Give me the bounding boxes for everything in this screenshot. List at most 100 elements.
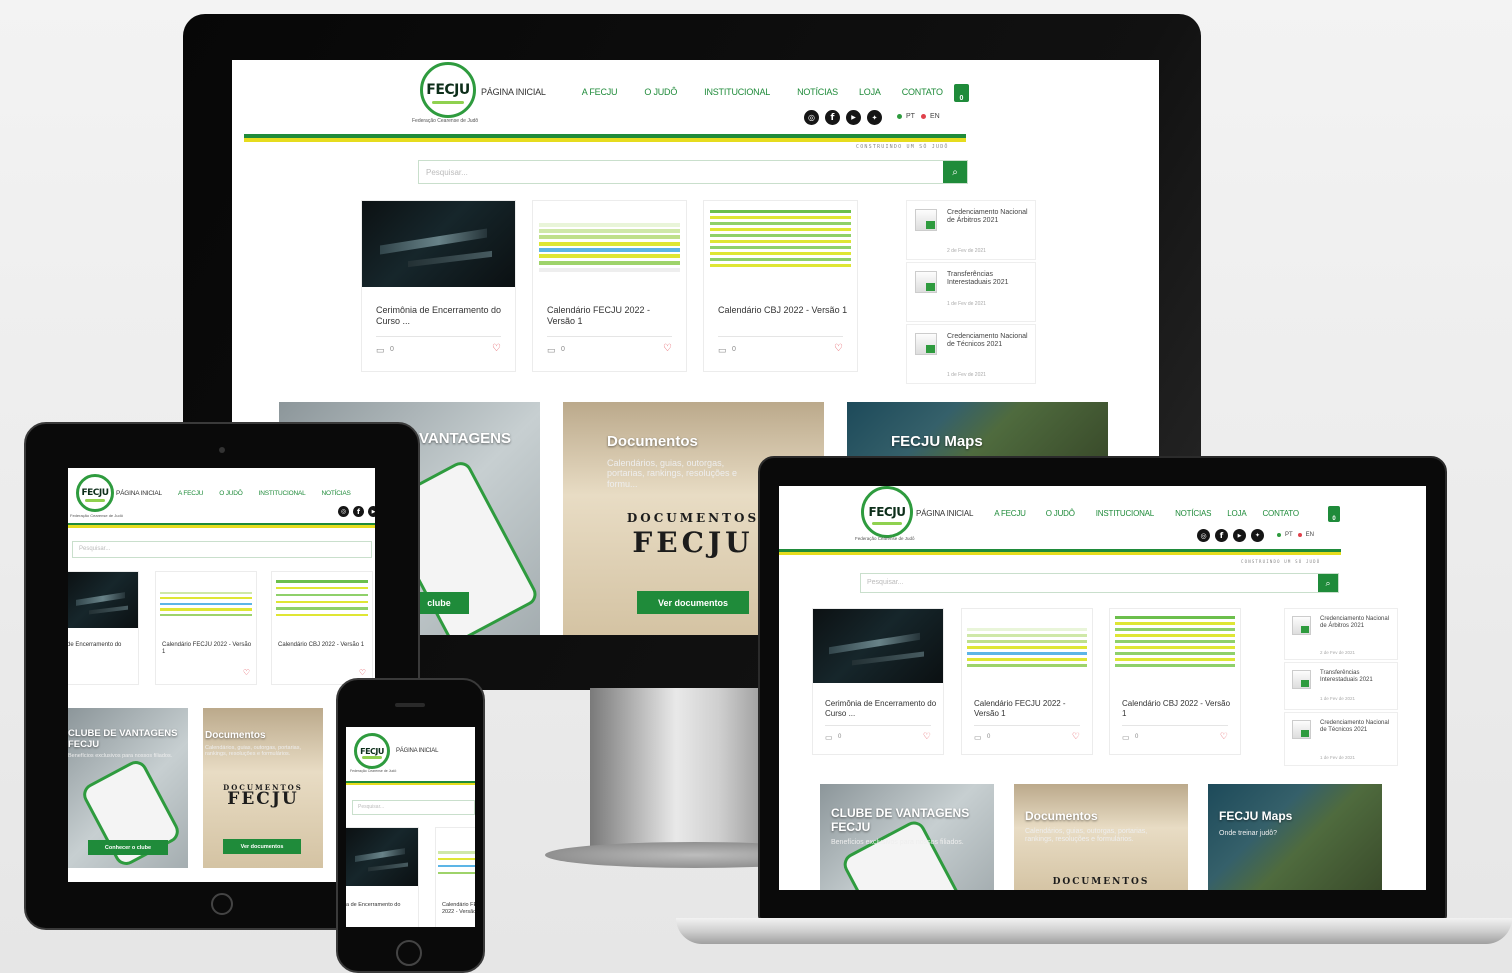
twitter-icon[interactable]: ✦ [1251,529,1264,542]
search-bar[interactable]: Pesquisar... ⌕ [860,573,1339,593]
facebook-icon[interactable]: f [825,110,840,125]
youtube-icon[interactable]: ▶ [846,110,861,125]
post-card[interactable]: Calendário CBJ 2022 - Versão 1 ♡ [272,572,372,684]
tile-map[interactable]: FECJU Maps [847,402,1108,462]
heart-icon[interactable]: ♡ [1220,731,1228,742]
tile-map-desc: Onde treinar judô? [1219,830,1277,837]
nav-loja[interactable]: LOJA [859,87,881,97]
post-card[interactable]: Calendário FECJU 2022 - Versão 1 ♡ [156,572,256,684]
search-input[interactable]: Pesquisar... [426,168,468,177]
post-card[interactable]: Cerimônia de Encerramento do Curso ... ▭… [362,201,515,371]
nav-a-fecju[interactable]: A FECJU [582,87,618,97]
nav-a-fecju[interactable]: A FECJU [178,490,204,497]
twitter-icon[interactable]: ✦ [867,110,882,125]
site-logo[interactable]: FECJU [354,733,390,769]
post-card[interactable]: Calendário CBJ 2022 - Versão 1 ▭ 0 ♡ [1110,609,1240,754]
logo-text: FECJU [81,488,109,498]
search-button[interactable]: ⌕ [943,161,967,183]
nav-a-fecju[interactable]: A FECJU [994,509,1026,518]
nav-contato[interactable]: CONTATO [1262,509,1299,518]
recent-post[interactable]: Credenciamento Nacional de Técnicos 2021… [1285,713,1397,765]
post-card[interactable]: Calendário CBJ 2022 - Versão 1 ▭ 0 ♡ [704,201,857,371]
youtube-icon[interactable]: ▶ [368,506,375,517]
post-image [156,572,256,628]
post-card[interactable]: Calendário FECJU 2022 - Versão 1 ▭ 0 ♡ [533,201,686,371]
social-links: ◎ f ▶ [338,506,375,517]
facebook-icon[interactable]: f [1215,529,1228,542]
docs-cta[interactable]: Ver documentos [637,591,749,614]
search-button[interactable]: ⌕ [1318,574,1338,592]
recent-date: 1 de Fev de 2021 [1320,755,1356,760]
nav-institucional[interactable]: INSTITUCIONAL [1096,509,1154,518]
nav-pagina-inicial[interactable]: PÁGINA INICIAL [396,748,438,754]
nav-contato[interactable]: CONTATO [902,87,943,97]
recent-post[interactable]: Transferências Interestaduais 2021 1 de … [907,263,1035,321]
search-input[interactable]: Pesquisar... [867,579,904,586]
cart-icon[interactable]: 0 [954,84,969,102]
site-logo[interactable]: FECJU [420,62,476,118]
nav-noticias[interactable]: NOTÍCIAS [797,87,838,97]
nav-pagina-inicial[interactable]: PÁGINA INICIAL [481,87,546,97]
docs-cta[interactable]: Ver documentos [223,839,301,854]
phone-home-button[interactable] [396,940,422,966]
post-card[interactable]: Calendário FECJU 2022 - Versão 1 ▭ 0 ♡ [962,609,1092,754]
recent-post[interactable]: Credenciamento Nacional de Árbitros 2021… [1285,609,1397,659]
recent-post[interactable]: Credenciamento Nacional de Árbitros 2021… [907,201,1035,259]
heart-icon[interactable]: ♡ [834,343,843,354]
site-logo[interactable]: FECJU [76,474,114,512]
facebook-icon[interactable]: f [353,506,364,517]
instagram-icon[interactable]: ◎ [1197,529,1210,542]
recent-title: Credenciamento Nacional de Árbitros 2021 [1320,616,1390,629]
search-bar[interactable]: Pesquisar... [72,541,372,558]
nav-pagina-inicial[interactable]: PÁGINA INICIAL [116,490,162,497]
club-cta[interactable]: Conhecer o clube [88,840,168,855]
heart-icon[interactable]: ♡ [243,668,250,677]
heart-icon[interactable]: ♡ [923,731,931,742]
tile-club[interactable]: CLUBE DE VANTAGENS FECJU Benefícios excl… [820,784,994,890]
instagram-icon[interactable]: ◎ [338,506,349,517]
nav-institucional[interactable]: INSTITUCIONAL [259,490,306,497]
cart-icon[interactable]: 0 [1328,506,1340,522]
post-image [533,201,686,287]
heart-icon[interactable]: ♡ [1072,731,1080,742]
tile-map[interactable]: FECJU Maps Onde treinar judô? [1208,784,1382,890]
instagram-icon[interactable]: ◎ [804,110,819,125]
lang-pt[interactable]: PT [906,113,915,120]
tile-documents[interactable]: DOCUMENTOS FECJU Documentos Calendários,… [203,708,323,868]
lang-pt[interactable]: PT [1285,532,1293,538]
youtube-icon[interactable]: ▶ [1233,529,1246,542]
search-bar[interactable]: Pesquisar... [352,800,475,815]
recent-post[interactable]: Credenciamento Nacional de Técnicos 2021… [907,325,1035,383]
post-card[interactable]: Cerimônia de Encerramento do Curso ... [346,828,418,927]
comment-count: 0 [838,734,842,740]
heart-icon[interactable]: ♡ [359,668,366,677]
nav-loja[interactable]: LOJA [1227,509,1246,518]
post-card[interactable]: Cerimônia de Encerramento do Curso ... [68,572,138,684]
heart-icon[interactable]: ♡ [663,343,672,354]
search-bar[interactable]: Pesquisar... ⌕ [418,160,968,184]
post-card[interactable]: Calendário FECJU 2022 - Versão 1 [436,828,475,927]
post-image [962,609,1092,683]
lang-en[interactable]: EN [930,113,940,120]
tablet-home-button[interactable] [211,893,233,915]
tile-documents[interactable]: DOCUMENTOS Documentos Calendários, guias… [1014,784,1188,890]
nav-institucional[interactable]: INSTITUCIONAL [704,87,770,97]
nav-o-judo[interactable]: O JUDÔ [644,87,677,97]
nav-noticias[interactable]: NOTÍCIAS [322,490,351,497]
nav-pagina-inicial[interactable]: PÁGINA INICIAL [916,509,973,518]
nav-o-judo[interactable]: O JUDÔ [1046,509,1075,518]
tablet-camera [219,447,225,453]
social-links: ◎ f ▶ ✦ [1197,529,1264,542]
nav-noticias[interactable]: NOTÍCIAS [1175,509,1211,518]
heart-icon[interactable]: ♡ [492,343,501,354]
search-input[interactable]: Pesquisar... [79,546,110,552]
lang-en[interactable]: EN [1306,532,1314,538]
post-card[interactable]: Cerimônia de Encerramento do Curso ... ▭… [813,609,943,754]
federation-name: Federação Cearense de Judô [70,513,123,518]
search-input[interactable]: Pesquisar... [358,804,384,810]
site-logo[interactable]: FECJU [861,486,913,538]
language-switch: PT EN [1277,532,1314,538]
tile-club[interactable]: CLUBE DE VANTAGENS FECJU Benefícios excl… [68,708,188,868]
nav-o-judo[interactable]: O JUDÔ [219,490,243,497]
recent-post[interactable]: Transferências Interestaduais 2021 1 de … [1285,663,1397,709]
